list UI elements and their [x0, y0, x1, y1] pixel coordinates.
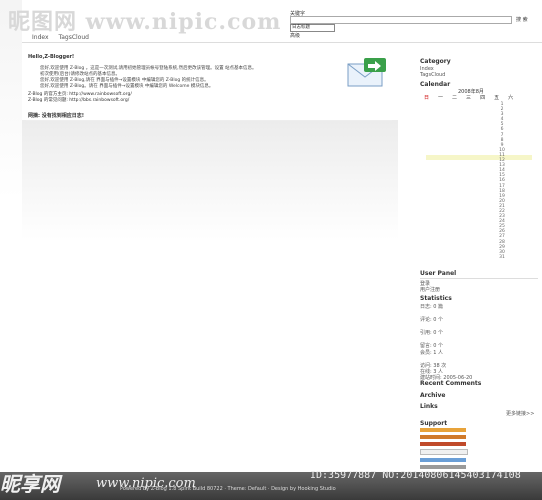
weekday-tue: 二 [452, 95, 458, 101]
search-area: 关键字 搜 索 日志标题 高级 [290, 10, 542, 39]
weekday-mon: 一 [438, 95, 444, 101]
support-badges [420, 428, 468, 472]
support-badge[interactable] [420, 442, 466, 446]
calendar-day[interactable]: 31 [498, 255, 506, 260]
advanced-search-link[interactable]: 高级 [290, 32, 300, 39]
mail-envelope-icon [347, 58, 386, 87]
support-badge[interactable] [420, 458, 466, 462]
support-badge[interactable] [420, 449, 468, 455]
calendar-day[interactable]: 18 [498, 189, 506, 194]
greeting-title: Hello,Z-Blogger! [28, 54, 75, 60]
nav-tagscloud[interactable]: TagsCloud [59, 34, 89, 41]
official-links: Z-Blog 的官方主页: http://www.rainbowsoft.org… [28, 92, 368, 104]
calendar-day[interactable]: 16 [498, 178, 506, 183]
welcome-paragraph-4: 您好,欢迎使用 Z-Blog。请在 界面与插件→设置模块 中编辑您的 Welco… [40, 84, 214, 89]
support-badge[interactable] [420, 428, 466, 432]
calendar-days: 1 2 3 4 5 6 7 8 9 10 11 12 13 14 15 16 17 18 19 20 21 22 23 24 2… [498, 102, 506, 260]
recent-comments-title: Recent Comments [420, 380, 482, 387]
content-shadow [22, 120, 402, 240]
watermark-bottom-brand: 昵享网 [0, 472, 60, 496]
category-item-tagscloud[interactable]: TagsCloud [420, 72, 445, 78]
statistics-title: Statistics [420, 295, 452, 302]
nav-index[interactable]: Index [32, 34, 49, 41]
top-nav: Index TagsCloud [32, 34, 89, 41]
weekday-fri: 五 [494, 95, 500, 101]
weekday-thu: 四 [480, 95, 486, 101]
faq-link[interactable]: Z-Blog 的常见问题: http://bbs.rainbowsoft.org… [28, 98, 368, 104]
header-divider [22, 42, 542, 43]
watermark-top: 昵图网 www.nipic.com [8, 9, 282, 35]
stat-comments: 评论: 0 个 [420, 317, 444, 323]
support-badge[interactable] [420, 465, 466, 469]
watermark-bottom-url: www.nipic.com [96, 476, 196, 491]
stat-members: 会员: 1 人 [420, 350, 444, 356]
stat-guestbook: 留言: 0 个 [420, 343, 444, 349]
watermark-bottom-id: ID:35977887 NO:20140806145403174108 [310, 470, 521, 481]
search-scope-select[interactable]: 日志标题 [290, 24, 335, 32]
more-links[interactable]: 更多链接>> [506, 410, 534, 417]
sidebar: Category Index TagsCloud Calendar 2008年8… [398, 52, 542, 492]
search-input[interactable] [290, 16, 512, 24]
page-frame: 昵图网 www.nipic.com 关键字 搜 索 日志标题 高级 Index … [8, 0, 542, 500]
weekday-sun: 日 [424, 95, 430, 101]
user-panel-title: User Panel [420, 270, 457, 277]
calendar-day[interactable]: 27 [498, 234, 506, 239]
calendar-day[interactable]: 29 [498, 245, 506, 250]
links-title: Links [420, 403, 438, 410]
separator [420, 278, 538, 279]
calendar-today-highlight [426, 155, 532, 160]
welcome-text: 您好,欢迎使用 Z-Blog 。这是一次测试,请用初始管理员帐号登陆系统,然后更… [40, 66, 350, 90]
stat-posts: 日志: 0 篇 [420, 304, 444, 310]
main-content: Hello,Z-Blogger! 您好,欢迎使用 Z-Blog 。这是一次测试,… [26, 52, 392, 121]
weekday-sat: 六 [508, 95, 514, 101]
calendar-weekdays: 日 一 二 三 四 五 六 [424, 94, 513, 101]
header: 昵图网 www.nipic.com 关键字 搜 索 日志标题 高级 [8, 0, 542, 39]
stat-trackbacks: 引用: 0 个 [420, 330, 444, 336]
weekday-wed: 三 [466, 95, 472, 101]
calendar-day[interactable]: 17 [498, 184, 506, 189]
support-badge[interactable] [420, 435, 466, 439]
search-button[interactable]: 搜 索 [516, 16, 528, 23]
calendar-title: Calendar [420, 81, 451, 88]
bookmark-notice: 网摘: 没有找到相应日志! [28, 113, 85, 119]
register-link[interactable]: 用户注册 [420, 286, 440, 293]
category-title: Category [420, 58, 451, 65]
support-title: Support [420, 420, 448, 427]
calendar-day[interactable]: 28 [498, 240, 506, 245]
archive-title: Archive [420, 392, 446, 399]
